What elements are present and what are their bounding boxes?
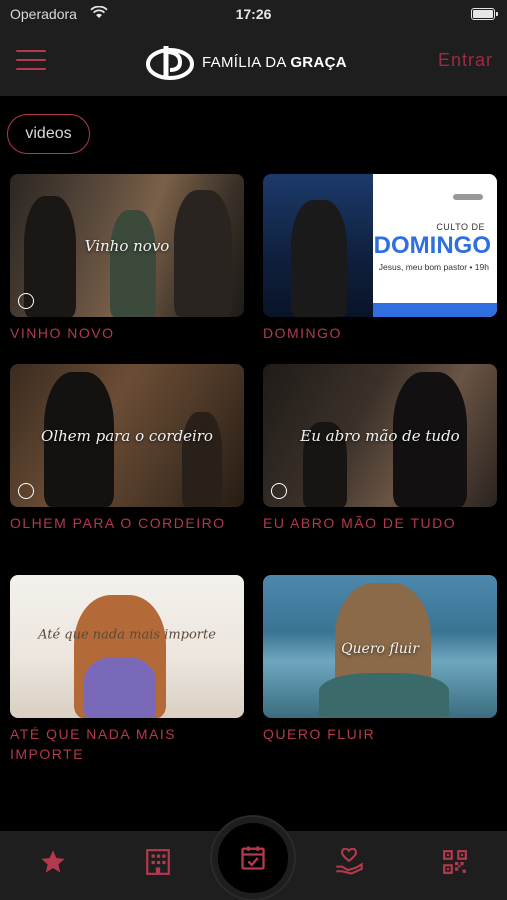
video-thumbnail: Quero fluir [263,575,497,718]
calendar-icon [241,846,265,870]
video-title: QUERO FLUIR [263,726,376,742]
tab-calendar[interactable] [212,817,294,899]
heart-hand-icon [336,848,363,875]
video-thumbnail: Até que nada mais importe [10,575,244,718]
brand-logo: FAMÍLIA DA GRAÇA [146,42,347,82]
menu-icon [16,50,46,52]
thumb-panel: CULTO DE DOMINGO Jesus, meu bom pastor •… [373,174,497,317]
filter-chip-videos[interactable]: videos [7,114,90,154]
video-title: VINHO NOVO [10,325,115,341]
video-thumbnail: Eu abro mão de tudo [263,364,497,507]
video-card[interactable]: CULTO DE DOMINGO Jesus, meu bom pastor •… [263,174,497,343]
app-header: FAMÍLIA DA GRAÇA Entrar [0,28,507,96]
tab-favorites[interactable] [38,847,68,877]
tab-church[interactable] [143,847,173,877]
thumb-caption: Quero fluir [341,641,419,658]
thumb-caption: Olhem para o cordeiro [41,426,213,445]
thumb-caption: Vinho novo [84,236,170,255]
channel-badge-icon [18,293,34,309]
tab-qrcode[interactable] [440,847,470,877]
video-card[interactable]: Vinho novo VINHO NOVO [10,174,244,343]
status-bar: Operadora 17:26 [0,0,507,28]
video-card[interactable]: Olhem para o cordeiro OLHEM PARA O CORDE… [10,364,244,533]
menu-button[interactable] [16,50,46,72]
video-title: ATÉ QUE NADA MAIS IMPORTE [10,726,177,762]
thumb-caption: Eu abro mão de tudo [300,426,460,445]
login-button[interactable]: Entrar [438,50,493,71]
brand-name: FAMÍLIA DA GRAÇA [202,53,347,71]
video-card[interactable]: Quero fluir QUERO FLUIR [263,575,497,744]
video-card[interactable]: Eu abro mão de tudo EU ABRO MÃO DE TUDO [263,364,497,533]
clock: 17:26 [235,6,272,22]
logo-mark-icon [146,46,194,80]
channel-badge-icon [271,483,287,499]
video-card[interactable]: Até que nada mais importe ATÉ QUE NADA M… [10,575,244,764]
video-thumbnail: Olhem para o cordeiro [10,364,244,507]
video-title: DOMINGO [263,325,342,341]
star-icon [41,850,65,873]
battery-icon [471,8,498,20]
video-thumbnail: Vinho novo [10,174,244,317]
qr-code-icon [443,850,467,874]
bottom-tab-bar [0,817,507,900]
building-icon [146,849,170,875]
tab-donate[interactable] [334,847,364,877]
video-title: EU ABRO MÃO DE TUDO [263,515,457,531]
channel-badge-icon [18,483,34,499]
video-thumbnail: CULTO DE DOMINGO Jesus, meu bom pastor •… [263,174,497,317]
thumb-caption: Até que nada mais importe [38,627,216,643]
video-title: OLHEM PARA O CORDEIRO [10,515,226,531]
